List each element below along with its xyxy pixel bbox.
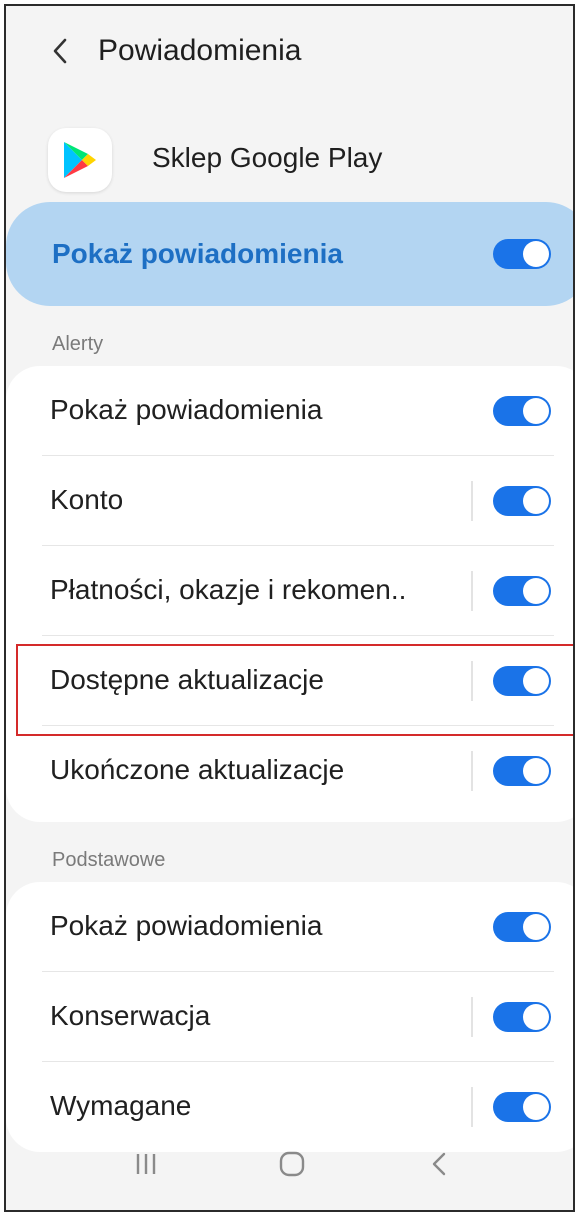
- toggle-knob: [523, 914, 549, 940]
- row-label: Konto: [50, 484, 124, 515]
- section-header-alerty: Alerty: [52, 333, 104, 355]
- back-icon[interactable]: [416, 1140, 464, 1188]
- vertical-separator: [471, 571, 473, 611]
- page-title: Powiadomienia: [98, 34, 302, 67]
- google-play-logo-icon: [48, 128, 112, 192]
- row-label: Płatności, okazje i rekomen..: [50, 574, 407, 605]
- list-item[interactable]: Dostępne aktualizacje: [6, 636, 573, 726]
- master-toggle-label: Pokaż powiadomienia: [52, 238, 343, 269]
- row-label: Ukończone aktualizacje: [50, 754, 345, 785]
- list-item[interactable]: Konserwacja: [6, 972, 573, 1062]
- toggle-switch[interactable]: [493, 486, 551, 516]
- toggle-switch[interactable]: [493, 576, 551, 606]
- section-header-podstawowe: Podstawowe: [52, 849, 166, 871]
- toggle-switch[interactable]: [493, 666, 551, 696]
- list-item[interactable]: Ukończone aktualizacje: [6, 726, 573, 816]
- system-navigation-bar: [6, 1116, 573, 1210]
- app-bar: Powiadomienia: [6, 6, 573, 96]
- row-label: Pokaż powiadomienia: [50, 910, 323, 941]
- list-item[interactable]: Konto: [6, 456, 573, 546]
- alerty-card: Pokaż powiadomienia Konto Płatności, oka…: [6, 366, 573, 822]
- toggle-knob: [523, 241, 549, 267]
- list-item[interactable]: Płatności, okazje i rekomen..: [6, 546, 573, 636]
- toggle-knob: [523, 1004, 549, 1030]
- toggle-switch[interactable]: [493, 912, 551, 942]
- list-item[interactable]: Pokaż powiadomienia: [6, 366, 573, 456]
- row-label: Dostępne aktualizacje: [50, 664, 324, 695]
- toggle-switch[interactable]: [493, 756, 551, 786]
- toggle-switch[interactable]: [493, 1002, 551, 1032]
- back-chevron-icon[interactable]: [46, 36, 76, 66]
- app-name: Sklep Google Play: [152, 142, 383, 173]
- toggle-knob: [523, 758, 549, 784]
- toggle-knob: [523, 398, 549, 424]
- row-label: Pokaż powiadomienia: [50, 394, 323, 425]
- vertical-separator: [471, 481, 473, 521]
- vertical-separator: [471, 661, 473, 701]
- home-icon[interactable]: [268, 1140, 316, 1188]
- master-toggle-switch[interactable]: [493, 239, 551, 269]
- podstawowe-card: Pokaż powiadomienia Konserwacja Wymagane: [6, 882, 573, 1152]
- toggle-knob: [523, 668, 549, 694]
- vertical-separator: [471, 997, 473, 1037]
- recent-apps-icon[interactable]: [122, 1140, 170, 1188]
- vertical-separator: [471, 751, 473, 791]
- toggle-switch[interactable]: [493, 396, 551, 426]
- app-info: Sklep Google Play: [6, 116, 573, 196]
- master-notifications-toggle-row[interactable]: Pokaż powiadomienia: [6, 202, 573, 306]
- phone-screen: Powiadomienia Sklep Google Play Pokaż po…: [4, 4, 575, 1212]
- toggle-knob: [523, 578, 549, 604]
- list-item[interactable]: Pokaż powiadomienia: [6, 882, 573, 972]
- toggle-knob: [523, 488, 549, 514]
- row-label: Konserwacja: [50, 1000, 211, 1031]
